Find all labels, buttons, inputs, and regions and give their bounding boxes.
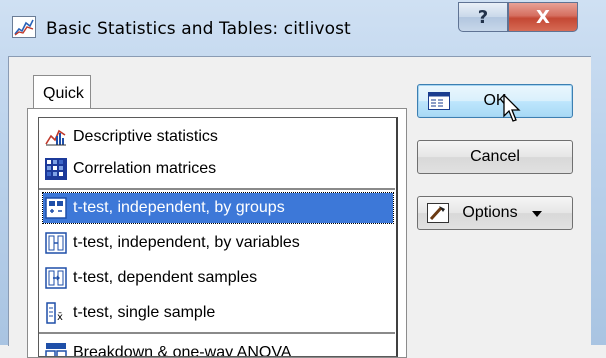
tab-quick[interactable]: Quick [33, 75, 91, 109]
list-item-label: Breakdown & one-way ANOVA [73, 344, 292, 357]
cancel-button-label: Cancel [470, 148, 520, 165]
list-item-descriptive-statistics[interactable]: Descriptive statistics [43, 122, 393, 152]
quick-tab-panel: Descriptive statistics Correlation matri… [27, 108, 407, 358]
statistics-app-icon [12, 16, 36, 38]
dialog-icon [428, 92, 450, 110]
tab-quick-label: Quick [43, 85, 84, 102]
dialog-body: Quick Descriptive statistics Correlation… [8, 56, 591, 358]
dropdown-arrow-icon [531, 204, 542, 222]
analysis-list[interactable]: Descriptive statistics Correlation matri… [38, 117, 398, 357]
options-icon [427, 203, 449, 223]
chart-icon [45, 126, 67, 148]
list-item-label: Correlation matrices [73, 160, 217, 177]
list-item-ttest-dependent[interactable]: t-test, dependent samples [43, 263, 393, 293]
window-title: Basic Statistics and Tables: citlivost [46, 19, 351, 39]
ttest-groups-icon [45, 197, 67, 219]
title-bar[interactable]: Basic Statistics and Tables: citlivost ?… [0, 0, 606, 56]
list-item-label: t-test, dependent samples [73, 269, 258, 286]
breakdown-icon [45, 342, 67, 356]
close-button[interactable]: X [508, 2, 578, 32]
list-item-label: t-test, independent, by variables [73, 234, 300, 251]
list-item-label: t-test, independent, by groups [73, 199, 285, 216]
list-item-ttest-by-groups[interactable]: t-test, independent, by groups [42, 192, 394, 224]
list-item-ttest-by-variables[interactable]: t-test, independent, by variables [43, 228, 393, 258]
svg-text:x̄: x̄ [57, 312, 63, 323]
dialog-window: Basic Statistics and Tables: citlivost ?… [0, 0, 606, 358]
list-separator [39, 188, 395, 190]
ok-button[interactable]: OK [417, 84, 573, 122]
help-icon: ? [477, 6, 489, 28]
close-icon: X [536, 6, 550, 28]
list-item-breakdown-anova[interactable]: Breakdown & one-way ANOVA [43, 338, 393, 357]
ttest-single-icon: x̄ [45, 302, 67, 324]
cancel-button[interactable]: Cancel [417, 140, 573, 174]
options-button-label: Options [462, 204, 518, 221]
options-button[interactable]: Options [417, 196, 573, 230]
mouse-cursor-icon [503, 93, 525, 129]
list-item-label: t-test, single sample [73, 304, 216, 321]
ttest-variables-icon [45, 232, 67, 254]
list-item-correlation-matrices[interactable]: Correlation matrices [43, 154, 393, 184]
list-item-ttest-single[interactable]: x̄ t-test, single sample [43, 298, 393, 328]
help-button[interactable]: ? [458, 2, 508, 32]
ttest-dependent-icon [45, 267, 67, 289]
matrix-icon [45, 158, 67, 180]
list-item-label: Descriptive statistics [73, 128, 218, 145]
list-separator [39, 332, 395, 334]
